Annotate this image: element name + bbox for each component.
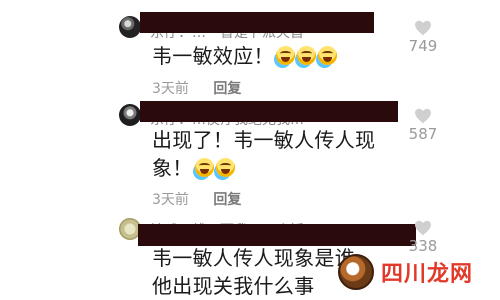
comment-meta: 3天前 回复 <box>152 78 241 98</box>
comment-text-line: 出现了！韦一敏人传人现 <box>152 128 376 152</box>
laugh-cry-emoji-icon <box>194 158 214 177</box>
like-count: 749 <box>408 37 438 55</box>
like-button[interactable]: 749 <box>400 20 446 55</box>
heart-icon <box>415 108 431 124</box>
comment-text-line-2: 象！ <box>152 154 375 182</box>
comment-text-line-2: 他出现关我什么事 <box>152 274 315 298</box>
redaction-bar <box>140 12 374 33</box>
comment-meta: 3天前 回复 <box>152 189 241 209</box>
comment-text-line: 韦一敏人传人现象是谁 <box>152 246 355 270</box>
comment-text-content: 韦一敏效应！ <box>152 44 274 68</box>
laugh-cry-emoji-icon <box>275 46 295 65</box>
heart-icon <box>415 20 431 36</box>
reply-button[interactable]: 回复 <box>213 192 241 208</box>
redaction-bar <box>138 224 416 246</box>
comment-item: 东仔：…侯疗我绝无我… 出现了！韦一敏人传人现 象！ 3天前 回复 587 <box>0 100 500 210</box>
heart-icon <box>415 220 431 236</box>
like-count: 587 <box>408 125 438 143</box>
like-button[interactable]: 587 <box>400 108 446 143</box>
comment-text-content: 象！ <box>152 156 193 180</box>
timestamp: 3天前 <box>152 192 189 208</box>
reply-button[interactable]: 回复 <box>213 81 241 97</box>
avatar[interactable] <box>119 104 141 126</box>
laugh-cry-emoji-icon <box>296 46 316 65</box>
avatar[interactable] <box>119 16 141 38</box>
like-button[interactable]: 338 <box>400 220 446 255</box>
redaction-bar <box>140 101 398 122</box>
watermark-text: 四川龙网 <box>378 256 477 288</box>
watermark: 四川龙网 <box>338 252 488 292</box>
comment-text: 出现了！韦一敏人传人现 象！ <box>152 126 375 182</box>
timestamp: 3天前 <box>152 81 189 97</box>
comment-item: 东仔：…一替是卜派天首 韦一敏效应！ 3天前 回复 749 <box>0 0 500 100</box>
watermark-logo-icon <box>338 254 374 290</box>
laugh-cry-emoji-icon <box>215 158 235 177</box>
laugh-cry-emoji-icon <box>317 46 337 65</box>
comment-text: 韦一敏效应！ <box>152 42 337 70</box>
comment-text: 韦一敏人传人现象是谁 他出现关我什么事 <box>152 244 355 300</box>
